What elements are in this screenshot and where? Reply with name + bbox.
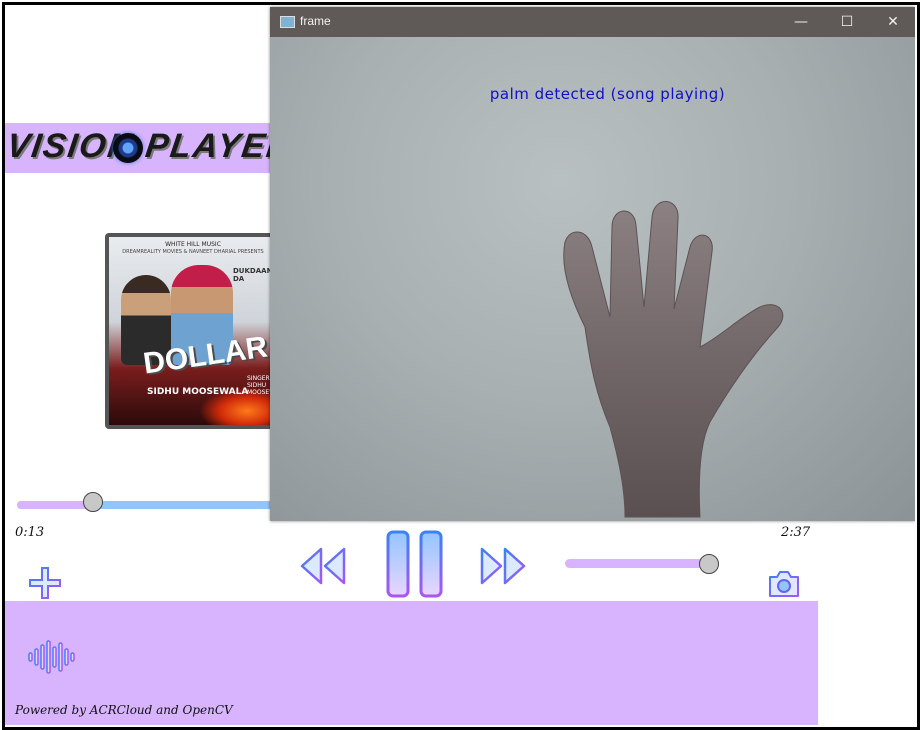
seek-bar-handle[interactable] [83,492,104,512]
pause-button[interactable] [385,529,445,599]
open-palm-hand [563,201,784,518]
pause-icon [386,530,443,598]
app-banner: VISION PLAYER [5,123,270,173]
camera-icon [769,571,799,597]
footer-credit: Powered by ACRCloud and OpenCV [15,703,233,717]
seek-bar[interactable] [17,501,277,509]
volume-slider[interactable] [565,559,715,568]
add-song-button[interactable] [27,565,63,601]
camera-lens-logo-icon [113,133,143,163]
album-artist: SIDHU MOOSEWALA [147,387,249,397]
time-elapsed: 0:13 [15,525,45,540]
rewind-icon [300,547,346,585]
camera-window-titlebar[interactable]: frame — ☐ ✕ [270,7,915,37]
maximize-button[interactable]: ☐ [824,7,870,37]
plus-icon [29,567,61,599]
minimize-button[interactable]: — [778,7,824,37]
album-label-line: WHITE HILL MUSIC [165,241,221,248]
vision-player-app: VISION PLAYER WHITE HILL MUSIC DREAMREAL… [5,5,915,725]
close-button[interactable]: ✕ [870,7,915,37]
seek-bar-progress [17,501,93,509]
bottom-panel: Powered by ACRCloud and OpenCV [5,601,818,725]
camera-window-title: frame [300,14,331,28]
sound-wave-icon [27,637,77,677]
fast-forward-icon [480,547,526,585]
detection-status-text: palm detected (song playing) [489,85,726,103]
camera-frame-window: frame — ☐ ✕ palm detected (song playing) [270,7,915,521]
volume-slider-handle[interactable] [698,554,719,574]
window-app-icon [280,16,295,28]
rewind-button[interactable] [299,545,347,587]
fast-forward-button[interactable] [479,545,527,587]
camera-feed: palm detected (song playing) [270,37,915,521]
album-presents-line: DREAMREALITY MOVIES & NAVNEET DHARIAL PR… [122,249,264,255]
time-total: 2:37 [781,525,811,540]
camera-button[interactable] [767,569,801,599]
album-art: WHITE HILL MUSIC DREAMREALITY MOVIES & N… [105,233,281,429]
